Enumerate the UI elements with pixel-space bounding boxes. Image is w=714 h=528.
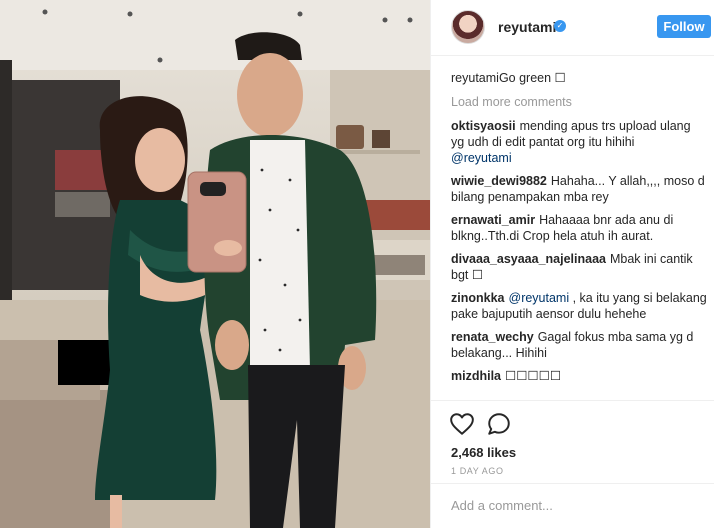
- comment-username[interactable]: zinonkka: [451, 291, 505, 305]
- post-caption: reyutamiGo green ☐: [451, 70, 707, 86]
- comments-fade: [431, 385, 714, 400]
- follow-button[interactable]: Follow: [657, 15, 711, 38]
- add-comment-bar: [431, 483, 714, 528]
- comment-mention[interactable]: @reyutami: [509, 291, 570, 305]
- verified-badge-icon: ✓: [554, 20, 566, 32]
- caption-username[interactable]: reyutami: [451, 71, 499, 85]
- comment-item: oktisyaosii mending apus trs upload ulang…: [451, 118, 707, 166]
- comment-item: zinonkka @reyutami , ka itu yang si belak…: [451, 290, 707, 322]
- comments-list[interactable]: reyutamiGo green ☐ Load more comments ok…: [451, 70, 707, 400]
- photo-scene: [0, 0, 430, 528]
- comment-username[interactable]: wiwie_dewi9882: [451, 174, 547, 188]
- post-timestamp[interactable]: 1 DAY AGO: [451, 466, 504, 476]
- comment-item: ernawati_amir Hahaaaa bnr ada anu di blkn…: [451, 212, 707, 244]
- comment-item: divaaa_asyaaa_najelinaaa Mbak ini cantik …: [451, 251, 707, 283]
- add-comment-input[interactable]: [451, 498, 695, 513]
- likes-count[interactable]: 2,468 likes: [451, 445, 516, 460]
- profile-avatar[interactable]: [451, 10, 485, 44]
- header-username[interactable]: reyutami: [498, 19, 556, 35]
- comment-item: mizdhila ☐☐☐☐☐: [451, 368, 707, 384]
- comment-bubble-icon[interactable]: [486, 411, 512, 437]
- heart-icon[interactable]: [449, 411, 475, 437]
- comment-username[interactable]: mizdhila: [451, 369, 501, 383]
- comment-item: renata_wechy Gagal fokus mba sama yg d be…: [451, 329, 707, 361]
- comment-username[interactable]: ernawati_amir: [451, 213, 535, 227]
- caption-text: Go green ☐: [498, 71, 566, 85]
- comment-text: ☐☐☐☐☐: [505, 369, 562, 383]
- load-more-comments-link[interactable]: Load more comments: [451, 95, 707, 109]
- comment-username[interactable]: divaaa_asyaaa_najelinaaa: [451, 252, 606, 266]
- comment-mention[interactable]: @reyutami: [451, 151, 512, 165]
- post-photo[interactable]: [0, 0, 430, 528]
- post-sidebar: reyutami ✓ Follow reyutamiGo green ☐ Loa…: [430, 0, 714, 528]
- post-actions: 2,468 likes 1 DAY AGO: [431, 400, 714, 528]
- post-header: reyutami ✓ Follow: [431, 0, 714, 56]
- comment-username[interactable]: oktisyaosii: [451, 119, 516, 133]
- comment-username[interactable]: renata_wechy: [451, 330, 534, 344]
- comment-item: wiwie_dewi9882 Hahaha... Y allah,,,, moso…: [451, 173, 707, 205]
